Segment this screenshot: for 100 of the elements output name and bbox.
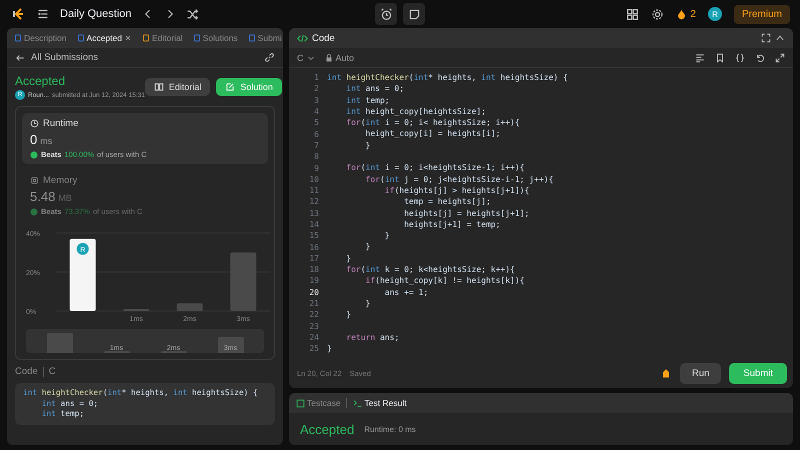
code-line: if(height_copy[k] != heights[k]){: [364, 275, 524, 287]
tab-icon: [248, 34, 256, 42]
stat-unit: MB: [58, 193, 72, 203]
line-number: 25: [308, 344, 320, 354]
note-icon: [408, 8, 420, 20]
code-line: }: [327, 343, 332, 354]
chip-icon: [30, 176, 39, 185]
lock-icon: [324, 54, 332, 62]
list-icon: [36, 7, 50, 21]
code-line: int temp;: [345, 94, 390, 106]
code-line: }: [345, 309, 352, 321]
line-number: 1: [313, 73, 320, 82]
panel-title: Code: [312, 32, 336, 44]
expand-icon[interactable]: [775, 52, 785, 62]
language-select[interactable]: C: [297, 52, 314, 62]
run-button[interactable]: Run: [680, 362, 722, 384]
line-number: 6: [313, 130, 320, 139]
terminal-icon: [352, 398, 363, 408]
line-number: 18: [308, 265, 320, 274]
bookmark-icon[interactable]: [715, 52, 725, 62]
code-line: for(int k = 0; k<heightsSize; k++){: [345, 264, 515, 276]
panel-tab[interactable]: Accepted: [74, 31, 134, 45]
code-line: ans += 1;: [384, 286, 428, 298]
tab-icon: [76, 34, 85, 42]
line-number: 4: [313, 107, 320, 116]
chevron-down-icon: [306, 54, 314, 62]
panel-tab[interactable]: Submi: [246, 31, 283, 45]
back-link[interactable]: All Submissions: [31, 52, 258, 63]
line-number: 13: [308, 208, 320, 218]
beats-icon: [30, 150, 38, 158]
code-line: return ans;: [345, 332, 400, 344]
line-number: 5: [313, 118, 320, 128]
line-number: 12: [308, 197, 320, 206]
flame-icon: [676, 8, 688, 20]
panel-tab[interactable]: Solutions: [190, 31, 240, 45]
alarm-button[interactable]: [375, 3, 397, 25]
line-number: 24: [308, 332, 320, 342]
code-line: }: [364, 241, 370, 253]
stat-unit: ms: [40, 136, 52, 146]
note-button[interactable]: [403, 3, 425, 25]
line-number: 10: [308, 174, 320, 184]
code-line: if(heights[j] > heights[j+1]){: [384, 184, 530, 196]
reset-icon[interactable]: [755, 52, 765, 62]
console-tab[interactable]: Test Result: [350, 396, 409, 410]
code-line: }: [364, 298, 370, 310]
panel-tab[interactable]: Description: [12, 31, 69, 45]
close-icon[interactable]: [124, 34, 132, 42]
code-line: for(int i = 0; i< heightsSize; i++){: [345, 117, 520, 128]
avatar-marker: [76, 242, 89, 255]
code-line: height_copy[i] = heights[i];: [364, 128, 500, 140]
line-number: 2: [313, 84, 320, 94]
mode-label: Auto: [336, 52, 354, 62]
braces-icon[interactable]: [735, 52, 745, 62]
code-line: heights[j] = heights[j+1];: [403, 208, 530, 219]
settings-icon[interactable]: [651, 8, 664, 20]
line-number: 23: [308, 322, 320, 331]
result-runtime: Runtime: 0 ms: [364, 424, 416, 434]
code-line: heights[j+1] = temp;: [403, 218, 500, 230]
code-line: int ans = 0;: [345, 83, 404, 95]
chevron-up-icon[interactable]: [775, 33, 785, 43]
line-number: 7: [313, 140, 320, 150]
code-line: temp = heights[j];: [403, 196, 491, 208]
code-language: C: [48, 366, 56, 377]
checkbox-icon: [296, 398, 305, 408]
line-number: 16: [308, 242, 320, 252]
code-line: }: [384, 230, 390, 242]
line-number: 14: [308, 220, 320, 229]
page-title[interactable]: Daily Question: [60, 8, 132, 20]
line-number: 17: [308, 254, 320, 263]
code-line: for(int j = 0; j<heightsSize-i-1; j++){: [364, 174, 554, 185]
line-number: 15: [308, 231, 320, 240]
beats-icon: [30, 208, 38, 216]
streak-count: 2: [690, 8, 696, 20]
tab-icon: [192, 34, 201, 42]
format-icon[interactable]: [695, 52, 705, 62]
editorial-button[interactable]: Editorial: [144, 78, 210, 96]
stat-title: Runtime: [43, 118, 78, 129]
fullscreen-icon[interactable]: [761, 33, 771, 43]
line-number: 20: [308, 288, 320, 297]
code-line: }: [345, 252, 352, 264]
code-line: }: [364, 140, 370, 152]
back-arrow-icon[interactable]: [15, 52, 25, 62]
code-icon: [297, 32, 308, 44]
submission-status: Accepted: [15, 74, 66, 88]
grid-icon[interactable]: [626, 8, 640, 20]
user-avatar[interactable]: R: [708, 7, 722, 21]
stat-title: Memory: [43, 175, 78, 186]
console-tab[interactable]: Testcase: [294, 396, 343, 410]
alarm-icon: [380, 8, 392, 20]
stat-value: 5.48: [30, 189, 56, 204]
premium-button[interactable]: Premium: [734, 4, 790, 24]
panel-tab[interactable]: Editorial: [140, 31, 185, 45]
book-icon: [154, 82, 164, 92]
result-status: Accepted: [300, 422, 354, 436]
line-number: 19: [308, 276, 320, 286]
stat-value: 0: [30, 132, 38, 147]
link-icon[interactable]: [264, 52, 275, 63]
shuffle-icon[interactable]: [186, 8, 199, 20]
code-line: for(int i = 0; i<heightsSize-1; i++){: [345, 162, 524, 174]
line-number: 9: [313, 164, 320, 173]
